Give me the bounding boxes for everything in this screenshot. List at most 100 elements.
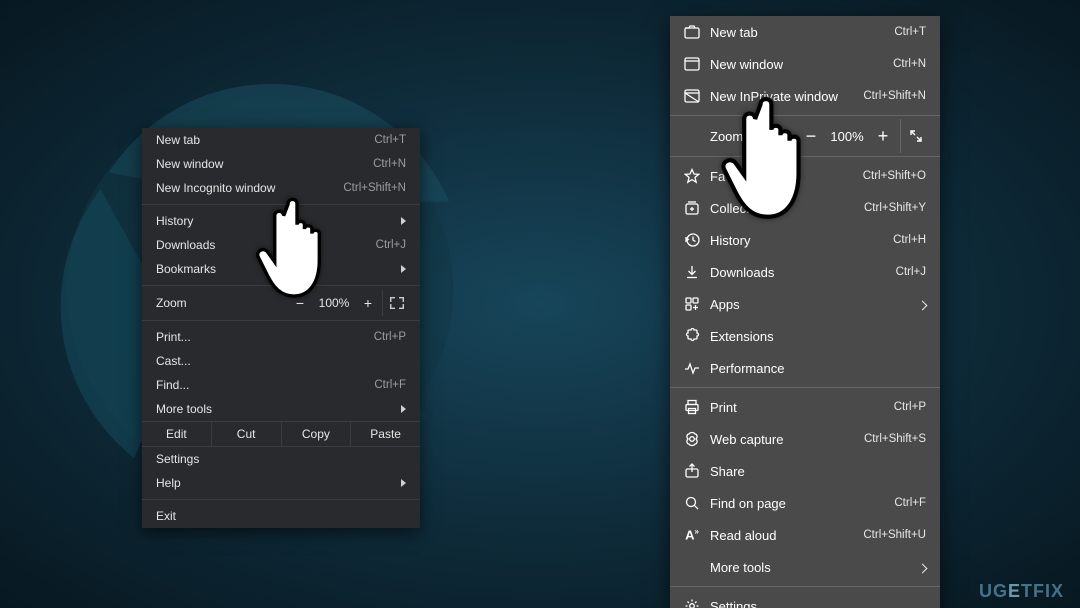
label: Exit	[156, 509, 406, 523]
edit-paste[interactable]: Paste	[351, 422, 420, 446]
download-icon	[682, 262, 702, 282]
chrome-menu-more-tools[interactable]: More tools	[142, 397, 420, 421]
shortcut: Ctrl+J	[896, 266, 926, 278]
chrome-menu-bookmarks[interactable]: Bookmarks	[142, 257, 420, 281]
edge-menu-more-tools[interactable]: More tools	[670, 551, 940, 583]
edge-menu-collections[interactable]: Collections Ctrl+Shift+Y	[670, 192, 940, 224]
edge-menu-favorites[interactable]: Favorites Ctrl+Shift+O	[670, 160, 940, 192]
separator	[670, 586, 940, 587]
shortcut: Ctrl+P	[374, 331, 406, 343]
edge-menu-downloads[interactable]: Downloads Ctrl+J	[670, 256, 940, 288]
chrome-menu-downloads[interactable]: Downloads Ctrl+J	[142, 233, 420, 257]
shortcut: Ctrl+J	[376, 239, 406, 251]
chrome-menu-new-tab[interactable]: New tab Ctrl+T	[142, 128, 420, 152]
performance-icon	[682, 358, 702, 378]
label: New Incognito window	[156, 181, 343, 195]
chrome-menu-find[interactable]: Find... Ctrl+F	[142, 373, 420, 397]
shortcut: Ctrl+N	[373, 158, 406, 170]
shortcut: Ctrl+Shift+O	[863, 170, 926, 182]
chrome-menu-cast[interactable]: Cast...	[142, 349, 420, 373]
chrome-menu-print[interactable]: Print... Ctrl+P	[142, 325, 420, 349]
edge-menu-performance[interactable]: Performance	[670, 352, 940, 384]
star-icon	[682, 166, 702, 186]
edge-menu-find[interactable]: Find on page Ctrl+F	[670, 487, 940, 519]
chrome-menu-new-incognito[interactable]: New Incognito window Ctrl+Shift+N	[142, 176, 420, 200]
edge-menu: New tab Ctrl+T New window Ctrl+N New InP…	[670, 16, 940, 608]
label: Print	[710, 400, 894, 415]
shortcut: Ctrl+Shift+U	[863, 529, 926, 541]
label: Help	[156, 476, 401, 490]
chevron-right-icon	[401, 476, 406, 490]
label: Find...	[156, 378, 374, 392]
wm-c: TFIX	[1021, 581, 1064, 601]
label: Downloads	[710, 265, 896, 280]
label: New InPrivate window	[710, 89, 863, 104]
separator	[670, 387, 940, 388]
zoom-label: Zoom	[152, 296, 202, 310]
label: Web capture	[710, 432, 864, 447]
separator	[142, 204, 420, 205]
label: Apps	[710, 297, 919, 312]
chrome-menu-exit[interactable]: Exit	[142, 504, 420, 528]
wm-b: E	[1008, 581, 1021, 601]
edit-copy[interactable]: Copy	[282, 422, 352, 446]
label: More tools	[710, 560, 919, 575]
label: Favorites	[710, 169, 863, 184]
label: Collections	[710, 201, 864, 216]
gear-icon	[682, 596, 702, 608]
watermark: UGETFIX	[979, 581, 1064, 602]
edge-menu-new-window[interactable]: New window Ctrl+N	[670, 48, 940, 80]
edit-cut[interactable]: Cut	[212, 422, 282, 446]
fullscreen-icon[interactable]	[900, 119, 930, 153]
label: Read aloud	[710, 528, 863, 543]
edit-label: Edit	[142, 422, 212, 446]
shortcut: Ctrl+T	[894, 26, 926, 38]
separator	[670, 156, 940, 157]
readaloud-icon: A»	[682, 525, 702, 545]
label: Bookmarks	[156, 262, 401, 276]
edge-menu-inprivate[interactable]: New InPrivate window Ctrl+Shift+N	[670, 80, 940, 112]
fullscreen-icon[interactable]	[382, 290, 410, 316]
find-icon	[682, 493, 702, 513]
label: New window	[156, 157, 373, 171]
chrome-menu-help[interactable]: Help	[142, 471, 420, 495]
chrome-menu-history[interactable]: History	[142, 209, 420, 233]
zoom-out-button[interactable]: −	[286, 295, 314, 311]
collections-icon	[682, 198, 702, 218]
shortcut: Ctrl+F	[894, 497, 926, 509]
separator	[670, 115, 940, 116]
webcapture-icon	[682, 429, 702, 449]
shortcut: Ctrl+T	[374, 134, 406, 146]
label: History	[710, 233, 893, 248]
chevron-right-icon	[919, 297, 926, 312]
chrome-menu-edit-row: Edit Cut Copy Paste	[142, 421, 420, 447]
zoom-in-button[interactable]: +	[354, 295, 382, 311]
new-tab-icon	[682, 22, 702, 42]
edge-menu-share[interactable]: Share	[670, 455, 940, 487]
label: Print...	[156, 330, 374, 344]
label: Downloads	[156, 238, 376, 252]
label: Cast...	[156, 354, 406, 368]
edge-menu-settings[interactable]: Settings	[670, 590, 940, 608]
edge-menu-zoom: Zoom − 100% +	[670, 119, 940, 153]
edge-menu-apps[interactable]: Apps	[670, 288, 940, 320]
chrome-menu-settings[interactable]: Settings	[142, 447, 420, 471]
edge-menu-read-aloud[interactable]: A» Read aloud Ctrl+Shift+U	[670, 519, 940, 551]
edge-menu-new-tab[interactable]: New tab Ctrl+T	[670, 16, 940, 48]
inprivate-icon	[682, 86, 702, 106]
zoom-out-button[interactable]: −	[798, 126, 824, 147]
edge-menu-print[interactable]: Print Ctrl+P	[670, 391, 940, 423]
chrome-menu-new-window[interactable]: New window Ctrl+N	[142, 152, 420, 176]
edge-menu-history[interactable]: History Ctrl+H	[670, 224, 940, 256]
zoom-value: 100%	[314, 296, 354, 310]
label: Share	[710, 464, 926, 479]
chevron-right-icon	[401, 262, 406, 276]
zoom-in-button[interactable]: +	[870, 126, 896, 147]
wm-a: UG	[979, 581, 1008, 601]
edge-menu-webcapture[interactable]: Web capture Ctrl+Shift+S	[670, 423, 940, 455]
shortcut: Ctrl+Shift+Y	[864, 202, 926, 214]
edge-menu-extensions[interactable]: Extensions	[670, 320, 940, 352]
apps-icon	[682, 294, 702, 314]
chevron-right-icon	[401, 214, 406, 228]
label: Settings	[710, 599, 926, 608]
